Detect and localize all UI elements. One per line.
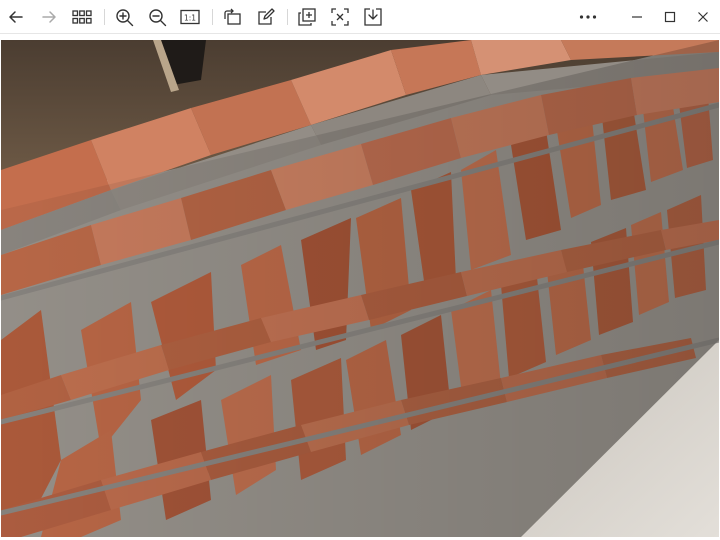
maximize-button[interactable] [656, 3, 684, 31]
image-viewer-window: 1:1 [0, 0, 720, 540]
more-icon [579, 15, 597, 19]
crop-icon [331, 8, 349, 26]
zoom-in-button[interactable] [110, 3, 138, 31]
edit-button[interactable] [252, 3, 280, 31]
copy-icon [298, 8, 316, 26]
save-icon [364, 8, 382, 26]
rotate-icon [224, 8, 241, 25]
more-button[interactable] [574, 3, 602, 31]
toolbar: 1:1 [0, 0, 720, 34]
back-arrow-icon [9, 11, 23, 23]
close-button[interactable] [689, 3, 717, 31]
minimize-icon [632, 16, 642, 18]
grid-view-icon [72, 10, 92, 24]
minimize-button[interactable] [623, 3, 651, 31]
forward-button[interactable] [35, 3, 63, 31]
actual-size-icon: 1:1 [180, 9, 200, 25]
actual-size-button[interactable]: 1:1 [176, 3, 204, 31]
rotate-button[interactable] [218, 3, 246, 31]
zoom-in-icon [115, 8, 133, 26]
zoom-out-icon [148, 8, 166, 26]
crop-button[interactable] [326, 3, 354, 31]
close-icon [698, 12, 708, 22]
toolbar-divider [104, 9, 105, 25]
grid-view-button[interactable] [68, 3, 96, 31]
maximize-icon [664, 11, 676, 23]
zoom-out-button[interactable] [143, 3, 171, 31]
actual-size-label: 1:1 [184, 14, 196, 23]
image-canvas[interactable] [1, 40, 719, 537]
toolbar-divider [212, 9, 213, 25]
save-button[interactable] [359, 3, 387, 31]
copy-button[interactable] [293, 3, 321, 31]
photo [1, 40, 719, 537]
forward-arrow-icon [42, 11, 56, 23]
toolbar-divider [287, 9, 288, 25]
edit-icon [258, 8, 275, 25]
back-button[interactable] [2, 3, 30, 31]
